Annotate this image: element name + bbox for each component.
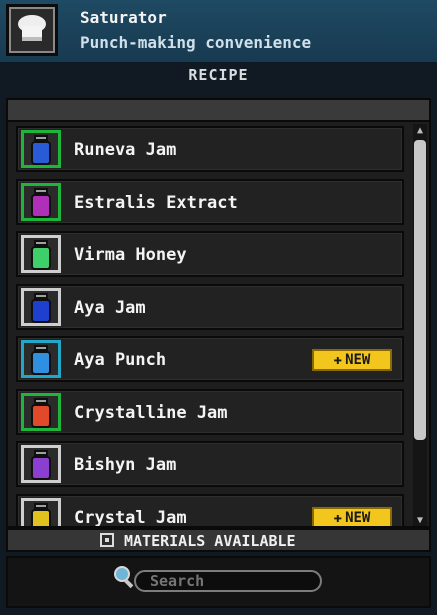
plus-icon: ✚ [333, 352, 343, 368]
materials-filter[interactable]: MATERIALS AVAILABLE [6, 528, 431, 552]
jar-icon [21, 340, 61, 378]
scroll-up-icon[interactable]: ▲ [413, 126, 427, 136]
scroll-down-icon[interactable]: ▼ [413, 516, 427, 526]
recipe-row[interactable]: Aya Punch ✚ NEW [16, 336, 404, 382]
recipe-list[interactable]: Runeva Jam Estralis Extract Virma Honey Aya… [16, 126, 408, 526]
app-subtitle: Punch-making convenience [80, 33, 312, 52]
app-title: Saturator [80, 8, 167, 27]
recipe-label: Virma Honey [74, 245, 187, 265]
recipe-label: Bishyn Jam [74, 455, 177, 475]
jar-icon [21, 182, 61, 221]
jar-icon [21, 392, 61, 431]
scrollbar[interactable]: ▲ ▼ [413, 124, 427, 526]
recipe-label: Crystal Jam [74, 507, 187, 527]
recipe-row[interactable]: Bishyn Jam [16, 441, 404, 487]
materials-available-checkbox[interactable] [100, 533, 114, 547]
recipe-row[interactable]: Crystalline Jam [16, 388, 404, 435]
recipe-label: Aya Punch [74, 350, 167, 370]
recipe-label: Aya Jam [74, 297, 146, 318]
section-label: RECIPE [188, 66, 249, 84]
header-bar: Saturator Punch-making convenience [0, 0, 437, 64]
materials-available-label: MATERIALS AVAILABLE [124, 532, 296, 550]
jar-icon [21, 497, 61, 526]
plus-icon: ✚ [333, 509, 343, 526]
jar-icon [21, 130, 61, 168]
recipe-label: Crystalline Jam [74, 402, 228, 423]
recipe-label: Runeva Jam [74, 140, 177, 160]
jar-icon [21, 287, 61, 326]
jar-icon [21, 445, 61, 483]
recipe-panel: Runeva Jam Estralis Extract Virma Honey Aya… [6, 98, 431, 528]
panel-topbar [8, 100, 429, 122]
new-badge-label: NEW [345, 352, 371, 368]
recipe-row[interactable]: Estralis Extract [16, 178, 404, 225]
recipe-row[interactable]: Virma Honey [16, 231, 404, 277]
chef-hat-icon [6, 4, 58, 56]
search-input[interactable] [134, 570, 322, 592]
search-area [6, 556, 431, 608]
recipe-row[interactable]: Runeva Jam [16, 126, 404, 172]
new-badge-label: NEW [345, 509, 371, 526]
scroll-thumb[interactable] [414, 140, 426, 440]
recipe-row[interactable]: Crystal Jam ✚ NEW [16, 493, 404, 527]
recipe-label: Estralis Extract [74, 192, 238, 213]
recipe-row[interactable]: Aya Jam [16, 283, 404, 330]
new-badge: ✚ NEW [312, 506, 392, 526]
jar-icon [21, 235, 61, 273]
new-badge: ✚ NEW [312, 349, 392, 371]
